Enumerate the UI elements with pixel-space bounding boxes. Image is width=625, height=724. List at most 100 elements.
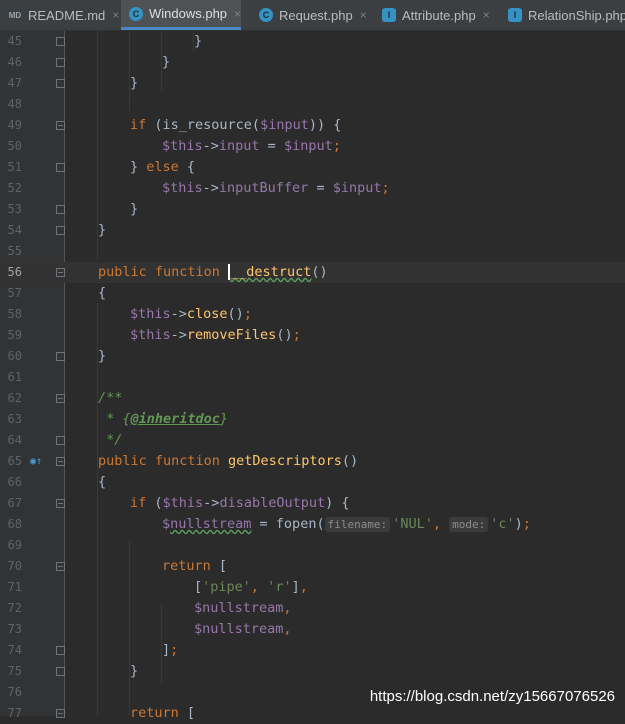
code-text: $this->close(); <box>130 304 252 325</box>
code-token: ; <box>292 327 301 343</box>
tab-relationship-php[interactable]: I RelationShip.php <box>500 0 625 30</box>
fold-collapse-icon[interactable] <box>56 709 65 718</box>
fold-end-icon[interactable] <box>56 667 65 676</box>
code-token: 'pipe' <box>202 579 251 595</box>
code-line[interactable]: 51} else { <box>0 157 625 178</box>
markdown-file-icon: MD <box>8 10 22 20</box>
implements-method-icon[interactable]: ◉↑ <box>30 451 42 472</box>
code-text: } <box>130 73 138 94</box>
code-token: input <box>218 138 260 154</box>
fold-collapse-icon[interactable] <box>56 121 65 130</box>
code-text: public function getDescriptors() <box>98 451 358 472</box>
code-token: , <box>283 621 292 637</box>
code-token: public function <box>98 453 229 469</box>
code-text: ]; <box>162 640 178 661</box>
code-token: @inheritdoc <box>130 411 220 427</box>
close-icon[interactable]: × <box>483 8 490 22</box>
code-line[interactable]: 54} <box>0 220 625 241</box>
code-line[interactable]: 56 public function __destruct() <box>0 262 625 283</box>
code-line[interactable]: 66 { <box>0 472 625 493</box>
code-line[interactable]: 77 return [ <box>0 703 625 724</box>
code-token: getDescriptors <box>228 453 342 469</box>
fold-end-icon[interactable] <box>56 58 65 67</box>
fold-collapse-icon[interactable] <box>56 499 65 508</box>
code-token: = fopen( <box>251 516 325 532</box>
code-line[interactable]: 47} <box>0 73 625 94</box>
code-token: ; <box>332 138 341 154</box>
tab-label: Request.php <box>279 7 353 23</box>
code-token: if <box>130 495 147 511</box>
code-token: } <box>130 663 139 679</box>
code-line[interactable]: 72 $nullstream, <box>0 598 625 619</box>
code-line[interactable]: 71 ['pipe', 'r'], <box>0 577 625 598</box>
code-line[interactable]: 49 if (is_resource($input)) { <box>0 115 625 136</box>
code-line[interactable]: 45} <box>0 31 625 52</box>
code-line[interactable]: 46} <box>0 52 625 73</box>
code-token: $input <box>283 138 333 154</box>
close-icon[interactable]: × <box>234 7 241 21</box>
fold-collapse-icon[interactable] <box>56 394 65 403</box>
code-text: } <box>194 31 202 52</box>
fold-end-icon[interactable] <box>56 646 65 655</box>
fold-end-icon[interactable] <box>56 163 65 172</box>
code-line[interactable]: 62 /** <box>0 388 625 409</box>
code-editor[interactable]: 45} 46} 47} 48 49 if (is_resource($input)) {5… <box>0 31 625 721</box>
code-line[interactable]: 73 $nullstream, <box>0 619 625 640</box>
code-text: $nullstream, <box>194 619 292 640</box>
code-line[interactable]: 58 $this->close(); <box>0 304 625 325</box>
code-line[interactable]: 64 */ <box>0 430 625 451</box>
line-number: 52 <box>7 181 22 195</box>
fold-end-icon[interactable] <box>56 352 65 361</box>
code-token: , <box>283 600 292 616</box>
line-number: 71 <box>7 580 22 594</box>
code-line[interactable]: 75} <box>0 661 625 682</box>
tab-label: Windows.php <box>149 6 228 21</box>
code-line[interactable]: 60} <box>0 346 625 367</box>
tab-readme-md[interactable]: MD README.md × <box>0 0 120 30</box>
php-interface-icon: I <box>382 8 396 22</box>
line-number: 72 <box>7 601 22 615</box>
fold-end-icon[interactable] <box>56 226 65 235</box>
code-token: -> <box>202 180 219 196</box>
code-token: $nullstream <box>194 621 284 637</box>
tab-attribute-php[interactable]: I Attribute.php × <box>374 0 490 30</box>
code-token: ; <box>381 180 390 196</box>
code-line[interactable]: 63 * {@inheritdoc} <box>0 409 625 430</box>
code-line[interactable]: 48 <box>0 94 625 115</box>
code-line[interactable]: 61 <box>0 367 625 388</box>
code-line[interactable]: 70 return [ <box>0 556 625 577</box>
close-icon[interactable]: × <box>360 8 367 22</box>
fold-end-icon[interactable] <box>56 79 65 88</box>
line-number: 69 <box>7 538 22 552</box>
code-token: , <box>432 516 450 532</box>
code-line[interactable]: 68 $nullstream = fopen(filename: 'NUL', mo… <box>0 514 625 535</box>
code-line[interactable]: 59 $this->removeFiles(); <box>0 325 625 346</box>
code-line[interactable]: 55 <box>0 241 625 262</box>
fold-end-icon[interactable] <box>56 37 65 46</box>
code-line[interactable]: 69 <box>0 535 625 556</box>
line-number: 76 <box>7 685 22 699</box>
code-line[interactable]: 50 $this->input = $input; <box>0 136 625 157</box>
code-line[interactable]: 67 if ($this->disableOutput) { <box>0 493 625 514</box>
function-name: __destruct <box>230 264 312 280</box>
code-token: ] <box>162 642 171 658</box>
fold-collapse-icon[interactable] <box>56 562 65 571</box>
code-line[interactable]: 65 ◉↑ public function getDescriptors() <box>0 451 625 472</box>
code-line[interactable]: 57 { <box>0 283 625 304</box>
code-text: */ <box>98 430 122 451</box>
code-line[interactable]: 74]; <box>0 640 625 661</box>
tab-windows-php[interactable]: C Windows.php × <box>121 0 242 30</box>
code-line[interactable]: 52 $this->inputBuffer = $input; <box>0 178 625 199</box>
line-number: 62 <box>7 391 22 405</box>
line-number: 58 <box>7 307 22 321</box>
code-token: return <box>162 558 211 574</box>
tab-request-php[interactable]: C Request.php × <box>251 0 367 30</box>
line-number: 65 <box>7 454 22 468</box>
code-token: [ <box>194 579 203 595</box>
fold-collapse-icon[interactable] <box>56 457 65 466</box>
fold-collapse-icon[interactable] <box>56 268 65 277</box>
close-icon[interactable]: × <box>112 8 119 22</box>
code-line[interactable]: 53} <box>0 199 625 220</box>
fold-end-icon[interactable] <box>56 205 65 214</box>
fold-end-icon[interactable] <box>56 436 65 445</box>
